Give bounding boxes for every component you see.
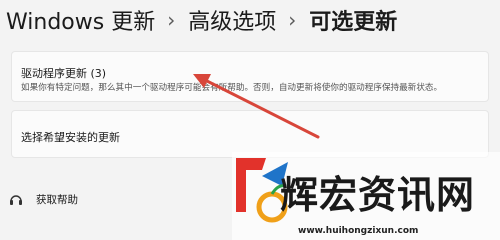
watermark: 辉宏资讯网 www.huihongzixun.com (232, 152, 500, 240)
watermark-text: 辉宏资讯网 (280, 173, 476, 217)
watermark-url: www.huihongzixun.com (298, 226, 419, 236)
